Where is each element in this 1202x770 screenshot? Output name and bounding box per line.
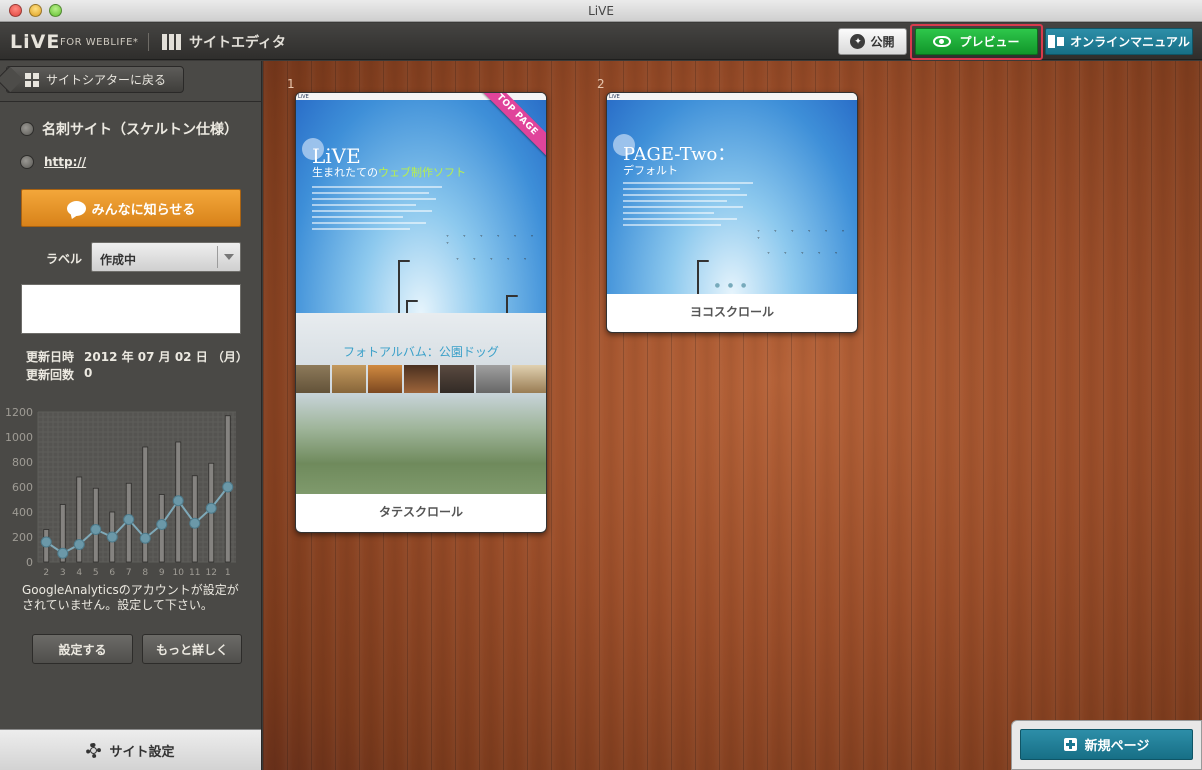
analytics-chart: 0 200 400 600 800 1000 1200 2 3 4 5 6 7 8 9 10 11 12 1 bbox=[5, 406, 236, 578]
online-manual-label: オンラインマニュアル bbox=[1070, 35, 1190, 49]
x-tick-label: 4 bbox=[76, 568, 82, 578]
share-label: みんなに知らせる bbox=[91, 202, 196, 218]
label-select[interactable]: 作成中 bbox=[91, 242, 241, 272]
chart-point bbox=[222, 481, 234, 493]
grid-icon bbox=[25, 72, 39, 87]
page-number-1: 1 bbox=[287, 77, 295, 91]
page-caption-1: タテスクロール bbox=[378, 505, 463, 519]
page-board: 1 LiVE 生まれたてのウェブ制作ソフト ˅ ˅ ˅ ˅ ˅ ˅ ˅ ˅ ˅ … bbox=[263, 61, 1202, 770]
plus-icon bbox=[1063, 738, 1077, 751]
y-tick-label: 1200 bbox=[5, 406, 33, 419]
sidebar-divider bbox=[0, 101, 261, 102]
y-tick-label: 600 bbox=[12, 481, 33, 494]
x-tick-label: 1 bbox=[225, 568, 231, 578]
chart-point bbox=[73, 539, 85, 550]
book-icon bbox=[1048, 35, 1065, 48]
label-caption: ラベル bbox=[46, 252, 83, 266]
title-bar: LiVE bbox=[0, 0, 1202, 22]
x-tick-label: 12 bbox=[206, 568, 217, 578]
speech-bubble-icon bbox=[66, 200, 86, 216]
y-tick-label: 200 bbox=[12, 531, 33, 544]
y-tick-label: 400 bbox=[12, 506, 33, 519]
chart-point bbox=[156, 519, 168, 530]
publish-icon: ✦ bbox=[850, 34, 866, 49]
share-button[interactable]: みんなに知らせる bbox=[21, 189, 241, 227]
setup-analytics-button[interactable]: 設定する bbox=[32, 634, 133, 664]
publish-label: 公開 bbox=[870, 35, 895, 49]
preview-label: プレビュー bbox=[959, 35, 1020, 49]
chart-point bbox=[123, 514, 135, 525]
new-page-label: 新規ページ bbox=[1084, 739, 1150, 754]
x-tick-label: 5 bbox=[93, 568, 99, 578]
page-card-2[interactable]: PAGE-Two： デフォルト ˅ ˅ ˅ ˅ ˅ ˅ ˅ ˅ ˅ ˅ ˅ ˅ … bbox=[606, 92, 858, 333]
chart-bar bbox=[142, 446, 149, 563]
page-number-2: 2 bbox=[597, 77, 605, 91]
x-tick-label: 6 bbox=[109, 568, 115, 578]
x-tick-label: 9 bbox=[159, 568, 165, 578]
chart-point bbox=[40, 536, 52, 548]
x-tick-label: 10 bbox=[173, 568, 185, 578]
label-select-value: 作成中 bbox=[100, 253, 137, 267]
site-name: 名刺サイト（スケルトン仕様） bbox=[42, 122, 238, 138]
y-tick-label: 800 bbox=[12, 456, 33, 469]
app-logo: LiVE bbox=[10, 31, 61, 53]
window-title: LiVE bbox=[588, 4, 614, 18]
chart-point bbox=[90, 524, 102, 535]
thumb-subtitle-1: 生まれたてのウェブ制作ソフト bbox=[312, 166, 466, 179]
chevron-down-icon bbox=[224, 254, 234, 260]
update-count-row: 更新回数 0 bbox=[26, 366, 92, 383]
page-thumbnail-2: PAGE-Two： デフォルト ˅ ˅ ˅ ˅ ˅ ˅ ˅ ˅ ˅ ˅ ˅ ˅ … bbox=[607, 93, 857, 294]
site-url-link[interactable]: http:// bbox=[44, 155, 86, 169]
chart-point bbox=[172, 495, 184, 507]
back-label: サイトシアターに戻る bbox=[46, 73, 167, 87]
sidebar: サイトシアターに戻る 名刺サイト（スケルトン仕様） http:// みんなに知ら… bbox=[0, 61, 262, 770]
globe-icon bbox=[20, 155, 34, 169]
y-tick-label: 0 bbox=[26, 556, 33, 569]
update-count-caption: 更新回数 bbox=[26, 368, 75, 382]
toolbar: LiVE FOR WEBLIFE* サイトエディタ ✦ 公開 プレビュー オンラ… bbox=[0, 23, 1202, 60]
site-settings-button[interactable]: サイト設定 bbox=[0, 729, 261, 770]
thumb-subtitle-2: デフォルト bbox=[623, 164, 678, 177]
new-page-button[interactable]: 新規ページ bbox=[1020, 729, 1193, 760]
app-logo-subtitle: FOR WEBLIFE* bbox=[60, 37, 139, 48]
updated-caption: 更新日時 bbox=[26, 350, 75, 364]
preview-button[interactable]: プレビュー bbox=[915, 28, 1038, 55]
x-tick-label: 3 bbox=[60, 568, 66, 578]
chart-point bbox=[139, 532, 151, 544]
x-tick-label: 7 bbox=[126, 568, 132, 578]
page-caption-2: ヨコスクロール bbox=[689, 305, 774, 319]
site-editor-icon bbox=[162, 34, 181, 50]
chart-x-ticks: 2 3 4 5 6 7 8 9 10 11 12 1 bbox=[43, 568, 230, 578]
x-tick-label: 2 bbox=[43, 568, 49, 578]
toolbar-divider bbox=[148, 33, 149, 51]
eye-icon bbox=[933, 36, 952, 47]
update-count-value: 0 bbox=[84, 366, 93, 380]
chart-point bbox=[106, 531, 118, 543]
page-thumbnail-1: LiVE 生まれたてのウェブ制作ソフト ˅ ˅ ˅ ˅ ˅ ˅ ˅ ˅ ˅ ˅ … bbox=[296, 93, 546, 494]
updated-row: 更新日時 2012 年 07 月 02 日 （月） bbox=[26, 348, 248, 365]
site-name-row: 名刺サイト（スケルトン仕様） bbox=[20, 119, 238, 139]
chart-point bbox=[57, 547, 69, 559]
site-editor-title: サイトエディタ bbox=[189, 35, 287, 51]
publish-button[interactable]: ✦ 公開 bbox=[838, 28, 907, 55]
back-to-site-theater-button[interactable]: サイトシアターに戻る bbox=[6, 66, 184, 93]
thumb-album-title-1: フォトアルバム：公園ドッグ bbox=[343, 345, 499, 359]
x-tick-label: 11 bbox=[189, 568, 200, 578]
google-analytics-message: GoogleAnalyticsのアカウントが設定がされていません。設定して下さい… bbox=[22, 583, 239, 612]
page-card-1[interactable]: LiVE 生まれたてのウェブ制作ソフト ˅ ˅ ˅ ˅ ˅ ˅ ˅ ˅ ˅ ˅ … bbox=[295, 92, 547, 533]
more-details-button[interactable]: もっと詳しく bbox=[142, 634, 242, 664]
chart-point bbox=[189, 517, 201, 529]
site-note-textarea[interactable] bbox=[21, 284, 241, 334]
site-settings-label: サイト設定 bbox=[109, 744, 175, 760]
x-tick-label: 8 bbox=[142, 568, 148, 578]
chart-point bbox=[205, 502, 217, 514]
site-icon bbox=[20, 122, 34, 136]
site-url-row: http:// bbox=[20, 155, 86, 169]
app-window: LiVE LiVE FOR WEBLIFE* サイトエディタ ✦ 公開 プレビュ… bbox=[0, 0, 1202, 770]
online-manual-button[interactable]: オンラインマニュアル bbox=[1045, 28, 1193, 55]
y-tick-label: 1000 bbox=[5, 431, 33, 444]
chart-y-ticks: 0 200 400 600 800 1000 1200 bbox=[5, 406, 33, 569]
updated-value: 2012 年 07 月 02 日 （月） bbox=[84, 350, 248, 364]
gear-icon bbox=[86, 742, 102, 758]
